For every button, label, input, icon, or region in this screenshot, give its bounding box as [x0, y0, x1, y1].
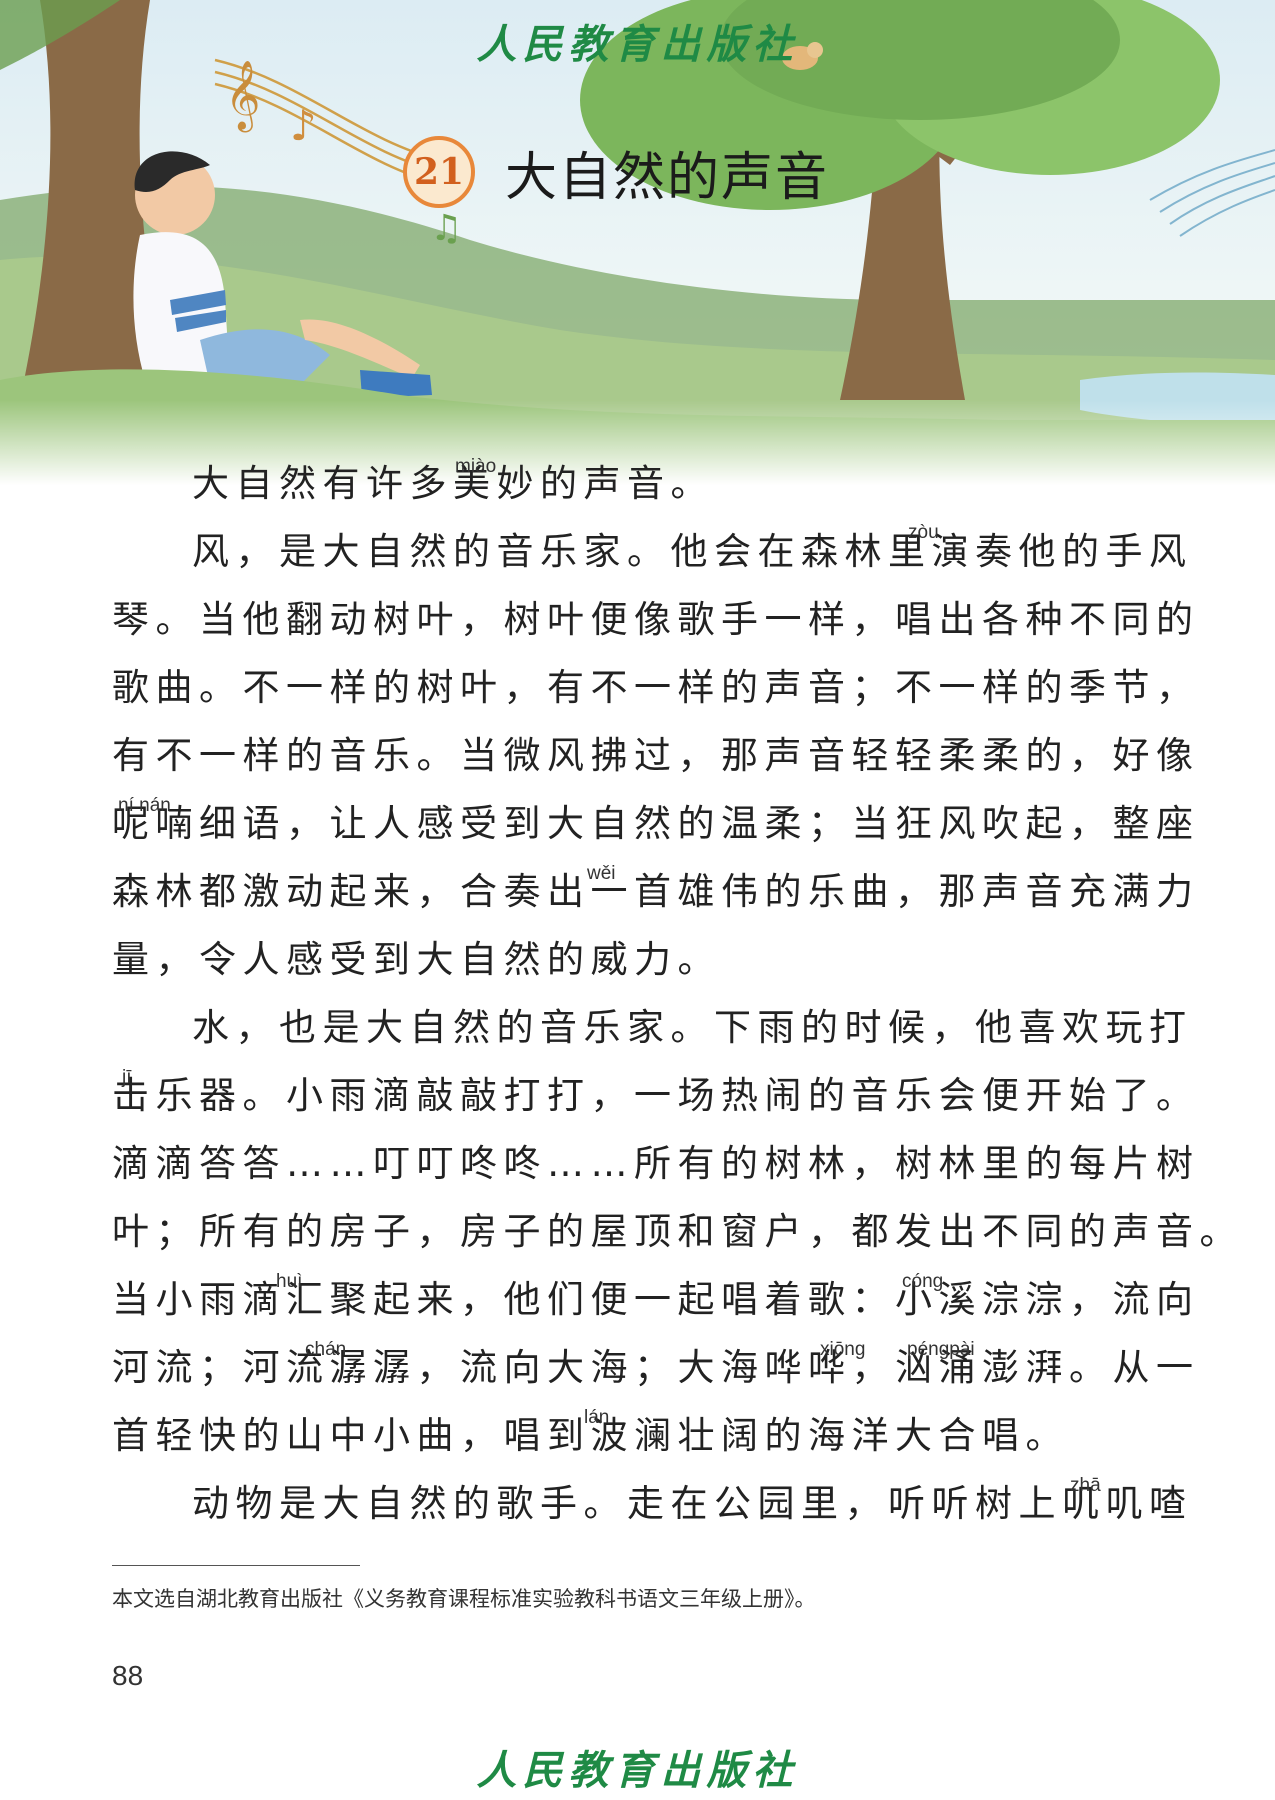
lesson-heading: 21 大自然的声音 — [403, 132, 829, 212]
text-line: 击乐器。小雨滴敲敲打打，一场热闹的音乐会便开始了。 — [112, 1074, 1200, 1117]
pinyin-annotation: zhā — [1070, 1475, 1101, 1496]
pinyin-annotation: miào — [455, 456, 497, 477]
footnote-divider — [112, 1565, 360, 1566]
pinyin-annotation: xiōng — [820, 1339, 866, 1360]
text-line: 河流；河流潺潺，流向大海；大海哗哗，汹涌澎湃。从一 — [112, 1346, 1200, 1389]
pinyin-annotation: jī — [122, 1067, 132, 1088]
text-line: 有不一样的音乐。当微风拂过，那声音轻轻柔柔的，好像 — [112, 734, 1200, 777]
footnote: 本文选自湖北教育出版社《义务教育课程标准实验教科书语文三年级上册》。 — [112, 1587, 816, 1611]
text-line: 琴。当他翻动树叶，树叶便像歌手一样，唱出各种不同的 — [112, 598, 1200, 641]
text-line: 风，是大自然的音乐家。他会在森林里演奏他的手风 — [192, 530, 1193, 573]
text-line: 叶；所有的房子，房子的屋顶和窗户，都发出不同的声音。 — [112, 1210, 1243, 1253]
header-illustration: 𝄞 ♪ ♫ — [0, 0, 1275, 485]
pinyin-annotation: zòu — [908, 522, 939, 543]
pinyin-annotation: chán — [305, 1339, 347, 1360]
pinyin-annotation: huì — [276, 1271, 303, 1292]
text-line: 呢喃细语，让人感受到大自然的温柔；当狂风吹起，整座 — [112, 802, 1200, 845]
text-line: 水，也是大自然的音乐家。下雨的时候，他喜欢玩打 — [192, 1006, 1193, 1049]
text-line: 滴滴答答……叮叮咚咚……所有的树林，树林里的每片树 — [112, 1142, 1200, 1185]
lesson-number-badge: 21 — [403, 136, 475, 208]
page-number: 88 — [112, 1660, 144, 1691]
pinyin-annotation: lán — [584, 1407, 610, 1428]
pinyin-annotation: cóng — [902, 1271, 944, 1292]
pinyin-annotation: péngpài — [907, 1339, 975, 1360]
text-line: 量，令人感受到大自然的威力。 — [112, 938, 721, 981]
publisher-logo-top: 人民教育出版社 — [476, 21, 799, 68]
lesson-title: 大自然的声音 — [505, 147, 830, 208]
publisher-logo-bottom: 人民教育出版社 — [476, 1747, 799, 1794]
text-line: 动物是大自然的歌手。走在公园里，听听树上叽叽喳 — [192, 1482, 1193, 1525]
svg-text:♫: ♫ — [430, 208, 462, 249]
text-line: 大自然有许多美妙的声音。 — [192, 462, 714, 505]
svg-text:♪: ♪ — [290, 101, 317, 150]
pinyin-annotation: ní nán — [118, 795, 171, 816]
svg-text:𝄞: 𝄞 — [225, 60, 260, 132]
text-line: 森林都激动起来，合奏出一首雄伟的乐曲，那声音充满力 — [112, 870, 1200, 913]
text-line: 歌曲。不一样的树叶，有不一样的声音；不一样的季节， — [112, 666, 1200, 709]
pinyin-annotation: wěi — [587, 863, 616, 884]
